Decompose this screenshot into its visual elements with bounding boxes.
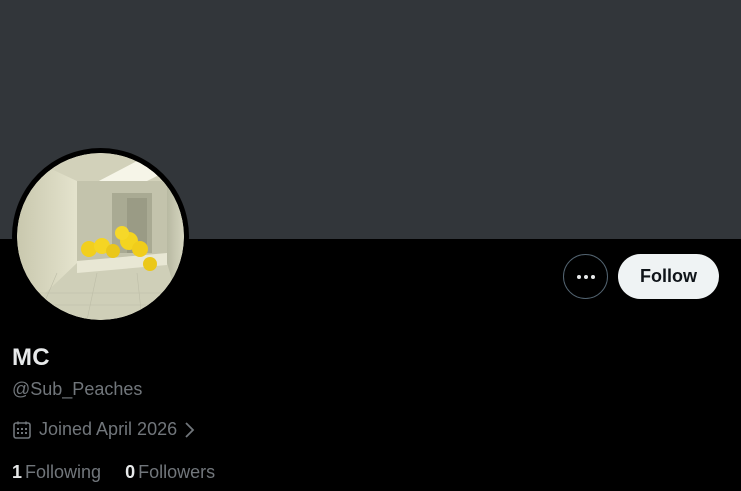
following-link[interactable]: 1 Following [12, 462, 101, 483]
profile-page: Follow MC @Sub_Peaches Joined April 2026… [0, 0, 741, 491]
followers-link[interactable]: 0 Followers [125, 462, 215, 483]
display-name: MC [12, 344, 50, 371]
more-horizontal-icon [576, 274, 595, 279]
following-label: Following [25, 462, 102, 482]
avatar-frame [12, 148, 189, 325]
chevron-right-icon [185, 421, 195, 438]
followers-count: 0 [125, 462, 136, 482]
more-options-button[interactable] [563, 254, 608, 299]
follow-button[interactable]: Follow [618, 254, 719, 299]
follow-stats: 1 Following 0 Followers [12, 462, 215, 483]
joined-date-text: Joined April 2026 [39, 419, 178, 439]
following-count: 1 [12, 462, 23, 482]
joined-date-row[interactable]: Joined April 2026 [12, 419, 196, 440]
username-handle: @Sub_Peaches [12, 379, 143, 399]
avatar[interactable] [17, 153, 184, 320]
calendar-icon [13, 421, 31, 439]
followers-label: Followers [138, 462, 216, 482]
